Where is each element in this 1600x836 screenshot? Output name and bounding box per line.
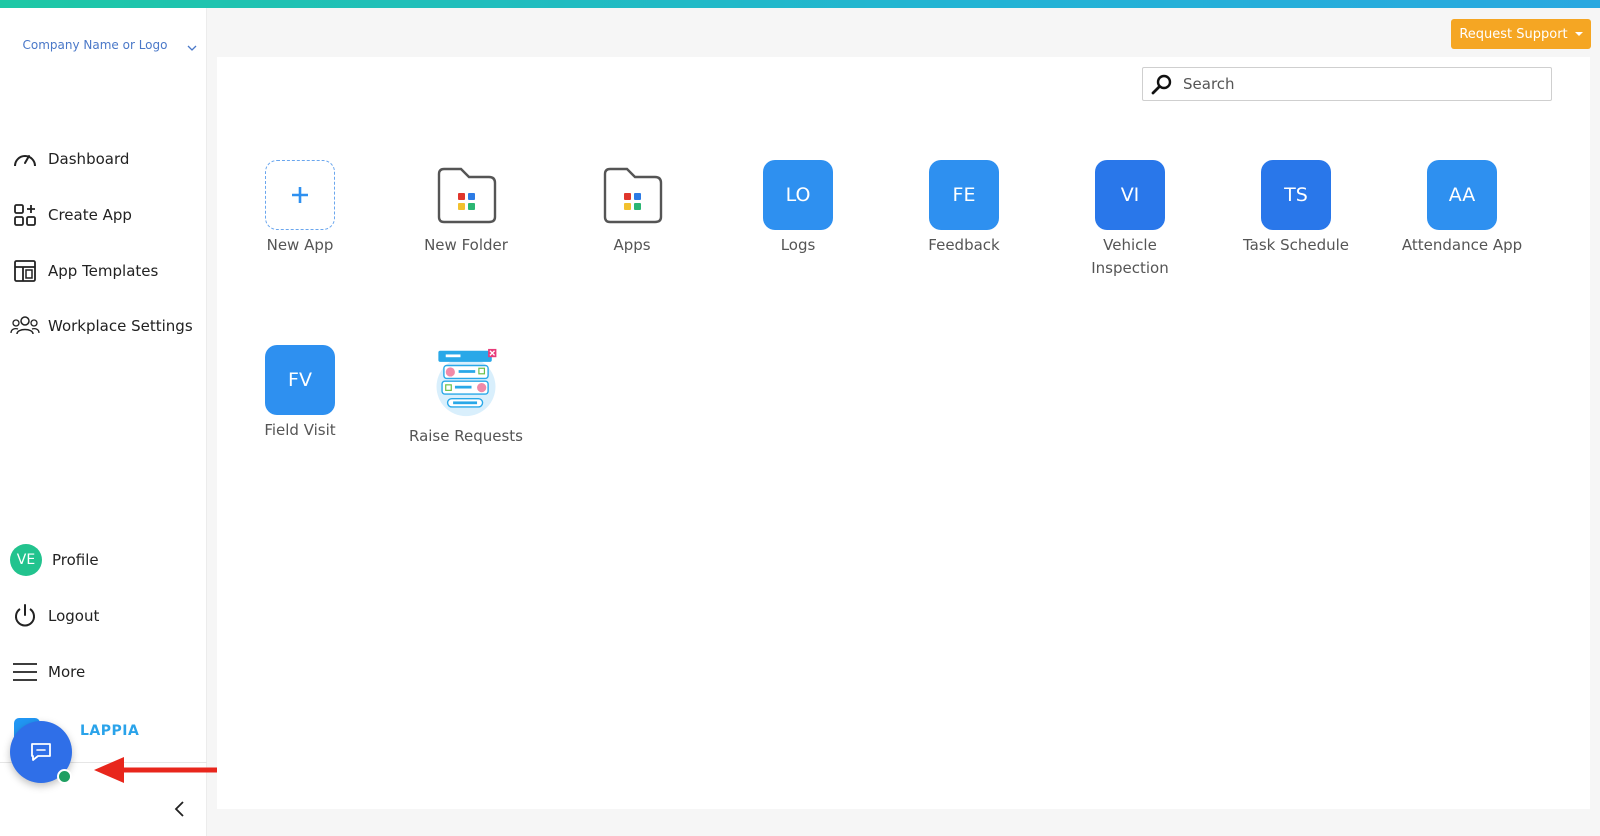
tile-label: Apps	[613, 236, 651, 254]
tile-field-visit[interactable]: FV Field Visit	[225, 345, 375, 442]
sidebar-item-workplace-settings[interactable]: Workplace Settings	[10, 311, 193, 341]
gauge-icon	[10, 144, 40, 174]
app-initials-icon: FE	[929, 160, 999, 230]
sidebar-item-create-app[interactable]: Create App	[10, 200, 132, 230]
tile-label: Raise Requests	[408, 427, 523, 445]
sidebar-item-label: App Templates	[48, 262, 159, 280]
request-support-label: Request Support	[1459, 26, 1568, 42]
requests-illustration-icon	[431, 345, 501, 421]
grid-plus-icon	[10, 200, 40, 230]
avatar: VE	[10, 544, 42, 576]
sidebar-item-profile[interactable]: VE Profile	[10, 544, 99, 576]
sidebar-item-label: Profile	[52, 551, 99, 569]
tile-logs[interactable]: LO Logs	[723, 160, 873, 257]
chat-icon	[31, 743, 51, 761]
sidebar-item-label: Workplace Settings	[48, 317, 193, 335]
caret-down-icon	[1574, 32, 1583, 36]
request-support-button[interactable]: Request Support	[1451, 19, 1591, 49]
tile-label: Field Visit	[264, 421, 336, 439]
tile-task-schedule[interactable]: TS Task Schedule	[1221, 160, 1371, 257]
search-icon	[1151, 74, 1172, 95]
tile-label: Attendance App	[1401, 236, 1523, 254]
app-initials-icon: TS	[1261, 160, 1331, 230]
sidebar-item-label: More	[48, 663, 86, 681]
app-initials-icon: LO	[763, 160, 833, 230]
tile-label: New App	[266, 236, 334, 254]
search-box[interactable]	[1142, 67, 1552, 101]
chevron-down-icon[interactable]	[186, 42, 198, 54]
sidebar: Company Name or Logo Dashboard Create Ap…	[0, 8, 207, 836]
folder-icon	[431, 160, 501, 230]
layout-icon	[10, 256, 40, 286]
power-icon	[10, 601, 40, 631]
sidebar-item-logout[interactable]: Logout	[10, 601, 99, 631]
tile-feedback[interactable]: FE Feedback	[889, 160, 1039, 257]
tile-label: New Folder	[424, 236, 508, 254]
folder-icon	[597, 160, 667, 230]
sidebar-item-app-templates[interactable]: App Templates	[10, 256, 158, 286]
company-name[interactable]: Company Name or Logo	[20, 34, 170, 57]
online-status-dot	[57, 769, 72, 784]
users-icon	[10, 311, 40, 341]
app-initials-icon: AA	[1427, 160, 1497, 230]
tile-label: Feedback	[928, 236, 1000, 254]
sidebar-item-label: Dashboard	[48, 150, 130, 168]
top-accent-bar	[0, 0, 1600, 8]
tile-apps[interactable]: Apps	[557, 160, 707, 257]
plus-icon	[265, 160, 335, 230]
sidebar-item-more[interactable]: More	[10, 657, 85, 687]
tile-raise-requests[interactable]: Raise Requests	[391, 345, 541, 448]
tile-label: Logs	[780, 236, 816, 254]
app-initials-icon: FV	[265, 345, 335, 415]
search-input[interactable]	[1183, 75, 1543, 93]
tile-new-folder[interactable]: New Folder	[391, 160, 541, 257]
tile-attendance-app[interactable]: AA Attendance App	[1387, 160, 1537, 257]
brand-text: LAPPIA	[80, 723, 140, 739]
sidebar-item-label: Logout	[48, 607, 100, 625]
sidebar-item-dashboard[interactable]: Dashboard	[10, 144, 129, 174]
tile-vehicle-inspection[interactable]: VI Vehicle Inspection	[1055, 160, 1205, 280]
tile-new-app[interactable]: New App	[225, 160, 375, 257]
tile-label: Vehicle Inspection	[1091, 236, 1169, 277]
chevron-left-icon[interactable]	[172, 800, 188, 818]
menu-icon	[10, 657, 40, 687]
tile-label: Task Schedule	[1242, 236, 1350, 254]
app-initials-icon: VI	[1095, 160, 1165, 230]
sidebar-item-label: Create App	[48, 206, 132, 224]
